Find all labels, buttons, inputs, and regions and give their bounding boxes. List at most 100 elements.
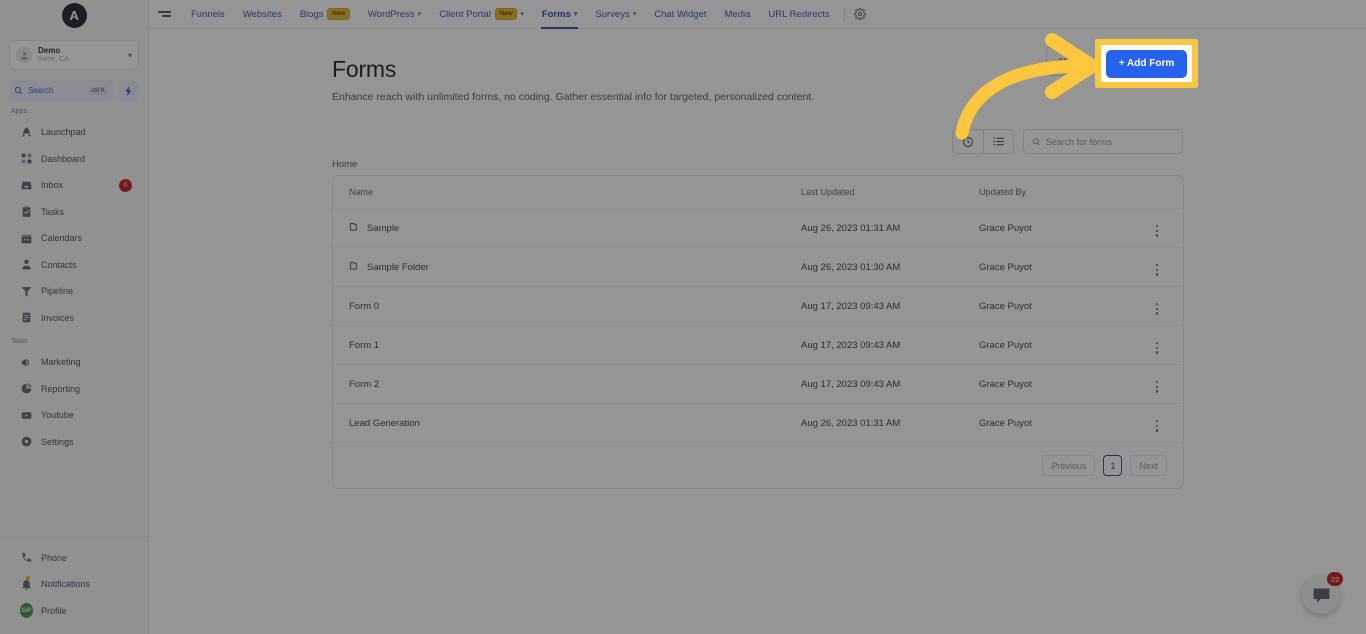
sidebar-item-tasks[interactable]: Tasks [0, 199, 148, 226]
sidebar-item-settings[interactable]: Settings [0, 429, 148, 456]
folder-icon [349, 221, 360, 235]
sidebar-item-phone[interactable]: Phone [0, 545, 148, 572]
sidebar-item-youtube[interactable]: Youtube [0, 402, 148, 429]
row-last-updated: Aug 26, 2023 01:31 AM [801, 208, 979, 248]
nav-tab-blogs[interactable]: Blogs New [291, 0, 359, 29]
search-icon [14, 86, 23, 95]
location-name: Demo [38, 46, 61, 56]
sidebar-item-notifications[interactable]: Notifications [0, 571, 148, 598]
document-lines-icon [20, 311, 33, 324]
nav-tab-wordpress[interactable]: WordPress ▾ [359, 0, 430, 29]
nav-tab-websites[interactable]: Websites [234, 0, 291, 29]
search-input[interactable]: Search ctrl K [9, 80, 113, 101]
table-row[interactable]: Form 2 Aug 17, 2023 09:43 AM Grace Puyot [333, 364, 1183, 404]
chat-widget-button[interactable]: 22 [1302, 572, 1343, 614]
sidebar-item-label: Dashboard [41, 153, 86, 164]
row-name: Lead Generation [349, 417, 420, 429]
nav-tab-label: Surveys [595, 8, 630, 20]
gear-icon [20, 435, 33, 448]
location-avatar-icon [16, 47, 32, 63]
clipboard-check-icon [20, 205, 33, 218]
hamburger-icon[interactable] [158, 8, 173, 20]
table-row[interactable]: Lead Generation Aug 26, 2023 01:31 AM Grac… [333, 403, 1183, 443]
row-actions-menu-icon[interactable] [1155, 303, 1159, 315]
gear-icon [853, 8, 866, 20]
sidebar-item-label: Settings [41, 436, 74, 447]
settings-gear-button[interactable] [850, 4, 870, 24]
sidebar-item-label: Phone [41, 552, 68, 563]
add-form-button[interactable]: + Add Form [1105, 49, 1188, 78]
sidebar-item-contacts[interactable]: Contacts [0, 252, 148, 279]
sidebar-apps-list: Launchpad Dashboard Inbox 0 Tasks Calendars Co… [0, 119, 148, 331]
sidebar-item-dashboard[interactable]: Dashboard [0, 146, 148, 173]
sidebar-item-inbox[interactable]: Inbox 0 [0, 172, 148, 199]
top-navigation: Funnels Websites Blogs New WordPress ▾ Client … [149, 0, 1366, 29]
row-last-updated: Aug 17, 2023 09:43 AM [801, 364, 979, 404]
sidebar-item-label: Inbox [41, 180, 64, 191]
nav-tab-label: WordPress [367, 8, 415, 20]
table-header-row: Name Last Updated Updated By [333, 176, 1183, 209]
row-name: Form 0 [349, 300, 380, 312]
row-actions-menu-icon[interactable] [1155, 264, 1159, 276]
quick-action-button[interactable] [118, 80, 139, 101]
inbox-icon [20, 179, 33, 192]
nav-tab-label: Chat Widget [654, 8, 707, 20]
sidebar-item-label: Reporting [41, 383, 81, 394]
sidebar-item-label: Calendars [41, 233, 83, 244]
nav-divider [843, 6, 845, 22]
previous-page-button[interactable]: Previous [1042, 455, 1096, 476]
nav-tab-label: Forms [541, 8, 571, 20]
row-last-updated: Aug 26, 2023 01:30 AM [801, 247, 979, 287]
row-actions-menu-icon[interactable] [1155, 225, 1159, 237]
clock-icon [963, 136, 973, 147]
sidebar-item-profile[interactable]: GP Profile [0, 598, 148, 625]
grid-icon [20, 152, 33, 165]
sidebar: A Demo Irvine, CA ▾ Search ctrl K Apps L… [0, 0, 149, 634]
nav-tab-url-redirects[interactable]: URL Redirects [759, 0, 838, 29]
sidebar-item-invoices[interactable]: Invoices [0, 305, 148, 332]
forms-search-input[interactable] [1045, 136, 1174, 147]
location-switcher[interactable]: Demo Irvine, CA ▾ [9, 40, 139, 70]
sidebar-item-label: Pipeline [41, 286, 74, 297]
chevron-down-icon: ▾ [632, 11, 637, 18]
recent-view-button[interactable] [953, 130, 983, 153]
forms-table-card: Name Last Updated Updated By Sample Aug 2… [332, 175, 1184, 489]
sidebar-bottom-list: Phone Notifications GP Profile [0, 535, 148, 634]
row-actions-menu-icon[interactable] [1155, 381, 1159, 393]
nav-tab-surveys[interactable]: Surveys ▾ [586, 0, 645, 29]
row-name: Sample [367, 222, 400, 234]
list-toolbar [952, 129, 1183, 154]
sidebar-item-reporting[interactable]: Reporting [0, 376, 148, 403]
page-1-button[interactable]: 1 [1103, 455, 1123, 476]
row-actions-menu-icon[interactable] [1155, 342, 1159, 354]
nav-tab-forms[interactable]: Forms ▾ [533, 0, 587, 29]
table-row[interactable]: Sample Folder Aug 26, 2023 01:30 AM Grace … [333, 247, 1183, 287]
row-updated-by: Grace Puyot [979, 286, 1131, 326]
column-updated-by: Updated By [979, 176, 1131, 209]
list-view-button[interactable] [983, 130, 1013, 153]
sidebar-item-pipeline[interactable]: Pipeline [0, 278, 148, 305]
nav-tab-chat-widget[interactable]: Chat Widget [645, 0, 715, 29]
row-actions-menu-icon[interactable] [1155, 420, 1159, 432]
nav-tab-client-portal[interactable]: Client Portal New ▾ [430, 0, 533, 29]
table-row[interactable]: Form 0 Aug 17, 2023 09:43 AM Grace Puyot [333, 286, 1183, 326]
sidebar-item-label: Profile [41, 605, 67, 616]
sidebar-item-launchpad[interactable]: Launchpad [0, 119, 148, 146]
new-badge: New [327, 8, 350, 20]
next-page-button[interactable]: Next [1130, 455, 1167, 476]
sidebar-item-calendars[interactable]: Calendars [0, 225, 148, 252]
sidebar-item-marketing[interactable]: Marketing [0, 349, 148, 376]
table-row[interactable]: Form 1 Aug 17, 2023 09:43 AM Grace Puyot [333, 325, 1183, 365]
nav-tab-funnels[interactable]: Funnels [182, 0, 234, 29]
sidebar-section-tools: Tools [11, 338, 28, 345]
app-logo[interactable]: A [0, 0, 148, 30]
sidebar-item-label: Contacts [41, 259, 77, 270]
sidebar-item-label: Tasks [41, 206, 65, 217]
logo-letter: A [61, 2, 87, 28]
forms-search-box[interactable] [1023, 129, 1183, 154]
table-row[interactable]: Sample Aug 26, 2023 01:31 AM Grace Puyot [333, 208, 1183, 248]
chevron-down-icon: ▾ [127, 50, 132, 60]
add-folder-button[interactable]: er [1046, 46, 1079, 76]
nav-tab-media[interactable]: Media [716, 0, 760, 29]
bolt-icon [125, 85, 132, 96]
